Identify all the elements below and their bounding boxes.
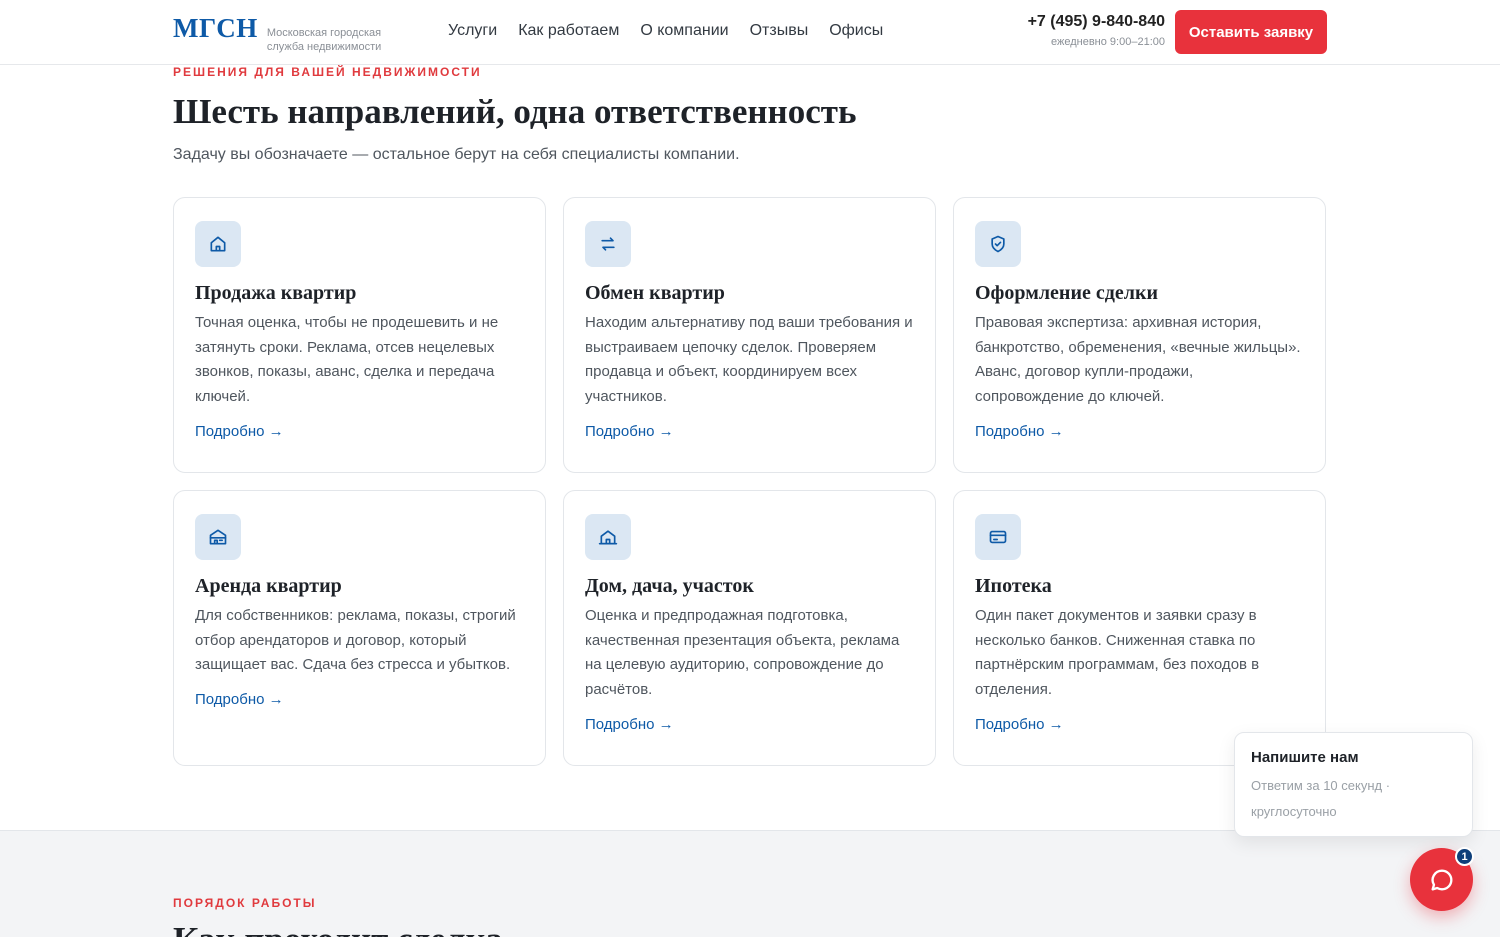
service-card-deal[interactable]: Оформление сделки Правовая экспертиза: а… [953, 197, 1326, 473]
chat-unread-badge: 1 [1455, 847, 1474, 866]
house-icon [585, 514, 631, 560]
card-more-link[interactable]: Подробно → [975, 422, 1064, 442]
nav-offices[interactable]: Офисы [829, 21, 883, 41]
contact-block: +7 (495) 9-840-840 ежедневно 9:00–21:00 [1028, 12, 1165, 52]
logo-subtitle: Московская городская служба недвижимости [266, 27, 382, 53]
working-hours: ежедневно 9:00–21:00 [1051, 36, 1165, 48]
chat-subtitle: Ответим за 10 секунд · круглосуточно [1251, 778, 1391, 819]
services-grid: Продажа квартир Точная оценка, чтобы не … [173, 197, 1327, 766]
card-title: Дом, дача, участок [585, 575, 754, 597]
building-icon [195, 514, 241, 560]
card-more-link[interactable]: Подробно → [195, 690, 284, 710]
card-more-link[interactable]: Подробно → [195, 422, 284, 442]
service-card-sale[interactable]: Продажа квартир Точная оценка, чтобы не … [173, 197, 546, 473]
card-title: Аренда квартир [195, 575, 342, 597]
home-icon [195, 221, 241, 267]
section-eyebrow: РЕШЕНИЯ ДЛЯ ВАШЕЙ НЕДВИЖИМОСТИ [173, 65, 482, 79]
chat-title: Напишите нам [1251, 749, 1359, 766]
process-eyebrow: ПОРЯДОК РАБОТЫ [173, 896, 317, 910]
card-text: Оценка и предпродажная подготовка, качес… [585, 607, 900, 699]
shield-check-icon [975, 221, 1021, 267]
card-more-link[interactable]: Подробно → [585, 422, 674, 442]
card-title: Ипотека [975, 575, 1052, 597]
process-title: Как проходит сделка [173, 920, 503, 937]
site-header: МГСН Московская городская служба недвижи… [0, 0, 1500, 65]
exchange-arrows-icon [585, 221, 631, 267]
section-lead: Задачу вы обозначаете — остальное берут … [173, 146, 740, 163]
logo-mark: МГСН [173, 13, 258, 43]
card-text: Находим альтернативу под ваши требования… [585, 314, 913, 406]
card-text: Для собственников: реклама, показы, стро… [195, 607, 516, 674]
nav-reviews[interactable]: Отзывы [750, 21, 809, 41]
card-more-link[interactable]: Подробно → [975, 715, 1064, 735]
leave-request-button[interactable]: Оставить заявку [1175, 10, 1327, 54]
phone-number[interactable]: +7 (495) 9-840-840 [1028, 12, 1165, 32]
nav-how-we-work[interactable]: Как работаем [518, 21, 619, 41]
chat-popup[interactable]: Напишите нам Ответим за 10 секунд · круг… [1234, 732, 1473, 837]
card-text: Правовая экспертиза: архивная история, б… [975, 314, 1301, 406]
service-card-rent[interactable]: Аренда квартир Для собственников: реклам… [173, 490, 546, 766]
card-text: Один пакет документов и заявки сразу в н… [975, 607, 1260, 699]
nav-services[interactable]: Услуги [448, 21, 497, 41]
service-card-exchange[interactable]: Обмен квартир Находим альтернативу под в… [563, 197, 936, 473]
service-card-mortgage[interactable]: Ипотека Один пакет документов и заявки с… [953, 490, 1326, 766]
main-nav: Услуги Как работаем О компании Отзывы Оф… [448, 21, 883, 41]
service-card-house[interactable]: Дом, дача, участок Оценка и предпродажна… [563, 490, 936, 766]
section-title: Шесть направлений, одна ответственность [173, 92, 857, 131]
card-title: Оформление сделки [975, 282, 1158, 304]
chat-bubble-icon [1430, 868, 1452, 890]
nav-about[interactable]: О компании [640, 21, 728, 41]
card-text: Точная оценка, чтобы не продешевить и не… [195, 314, 499, 406]
credit-card-icon [975, 514, 1021, 560]
logo[interactable]: МГСН Московская городская служба недвижи… [173, 12, 397, 54]
card-title: Продажа квартир [195, 282, 357, 304]
card-more-link[interactable]: Подробно → [585, 715, 674, 735]
card-title: Обмен квартир [585, 282, 725, 304]
